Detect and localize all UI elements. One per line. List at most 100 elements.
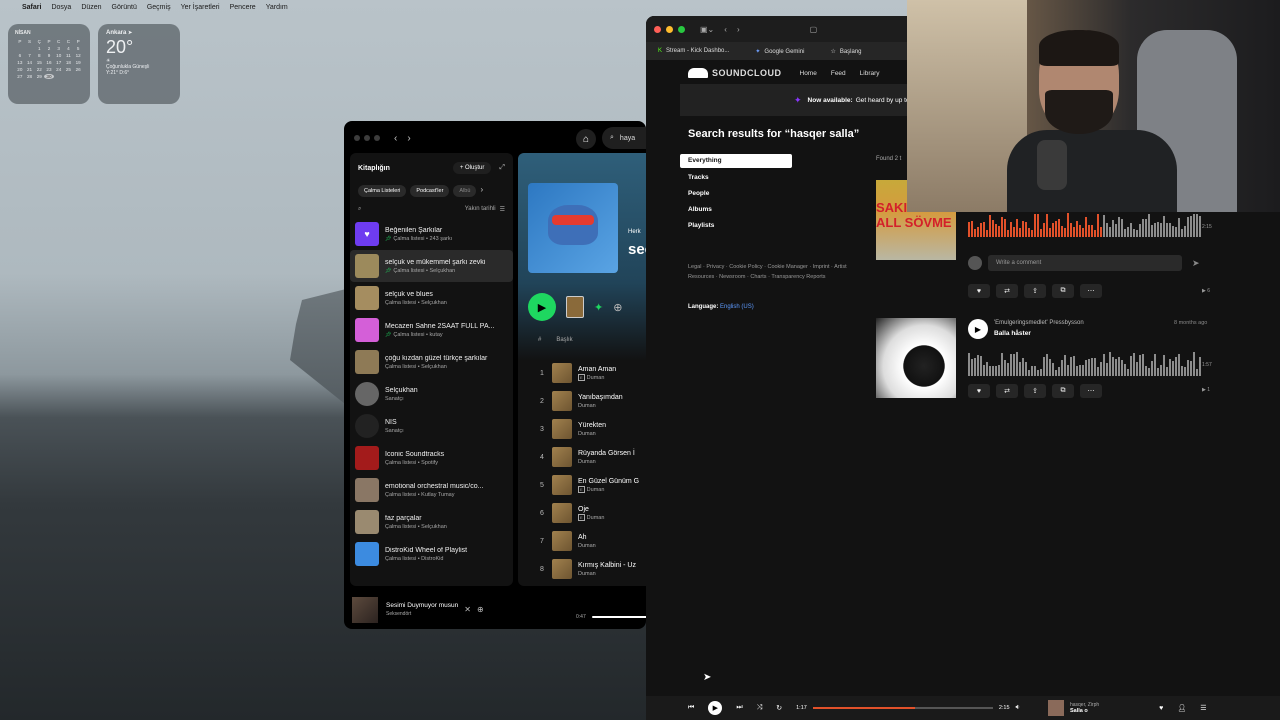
- library-item[interactable]: ♥ Beğenilen Şarkılar 📌︎ Çalma listesi • 243…: [350, 218, 513, 250]
- tab-kick[interactable]: K Stream - Kick Dashbo...: [658, 48, 729, 54]
- track-artist[interactable]: Duman: [578, 431, 596, 437]
- chip-albums[interactable]: Albü: [453, 185, 477, 197]
- nav-feed[interactable]: Feed: [831, 70, 846, 77]
- queue-icon[interactable]: ☰: [1200, 704, 1206, 712]
- track-artist[interactable]: Duman: [578, 571, 596, 577]
- menu-history[interactable]: Geçmiş: [147, 4, 171, 11]
- language-selector[interactable]: Language: English (US): [688, 304, 754, 310]
- search-input[interactable]: ⌕ haya: [602, 127, 646, 149]
- menu-safari[interactable]: Safari: [22, 4, 41, 11]
- library-item[interactable]: selçuk ve blues Çalma listesi • Selçukhan: [350, 282, 513, 314]
- repost-icon[interactable]: ⇄: [996, 384, 1018, 398]
- track-artist[interactable]: Duman: [587, 515, 605, 521]
- volume-icon[interactable]: 🔉︎: [1016, 704, 1020, 712]
- home-icon[interactable]: ⌂: [576, 129, 596, 149]
- calendar-widget[interactable]: NİSAN P S Ç P C C P 1 2 3 4 5 6 7 8 9 10 11 12 13 14 15 16 17 18…: [8, 24, 90, 104]
- track-row[interactable]: 4 Rüyanda Görsen İ Duman: [532, 443, 646, 471]
- footer-links[interactable]: Legal · Privacy · Cookie Policy · Cookie…: [688, 262, 848, 282]
- library-item[interactable]: NIS Sanatçı: [350, 410, 513, 442]
- track-name[interactable]: Yanıbaşımdan: [578, 394, 623, 401]
- zoom-dot[interactable]: [678, 25, 685, 33]
- result2-artwork[interactable]: [876, 318, 956, 398]
- menu-help[interactable]: Yardım: [266, 4, 288, 11]
- result2-artist[interactable]: 'Emulgeringsmedlet' Pressbysson: [994, 320, 1084, 326]
- more-icon[interactable]: ⋯: [1080, 284, 1102, 298]
- track-row[interactable]: 3 Yürekten Duman: [532, 415, 646, 443]
- send-icon[interactable]: ➤: [1192, 258, 1200, 269]
- sort-label[interactable]: Yakın tarihli: [465, 206, 496, 212]
- back-icon[interactable]: ‹: [724, 25, 727, 34]
- like-icon[interactable]: ♥: [1159, 705, 1163, 712]
- track-name[interactable]: Rüyanda Görsen İ: [578, 450, 635, 457]
- menu-file[interactable]: Dosya: [51, 4, 71, 11]
- track-cover[interactable]: [1047, 700, 1064, 716]
- progress-bar[interactable]: [592, 616, 646, 618]
- nav-home[interactable]: Home: [800, 70, 817, 77]
- enhance-icon[interactable]: ✦: [594, 301, 603, 314]
- filter-playlists[interactable]: Playlists: [680, 218, 800, 234]
- menu-bookmarks[interactable]: Yer İşaretleri: [181, 4, 220, 11]
- library-item[interactable]: Mecazen Sahne 2SAAT FULL PA... 📌︎ Çalma li…: [350, 314, 513, 346]
- track-artist[interactable]: Duman: [578, 403, 596, 409]
- track-name[interactable]: En Güzel Günüm G: [578, 478, 639, 485]
- result1-waveform[interactable]: [968, 213, 1204, 237]
- result2-waveform[interactable]: [968, 352, 1204, 376]
- more-icon[interactable]: ⋯: [1080, 384, 1102, 398]
- player-title[interactable]: Salla o: [1070, 708, 1099, 714]
- close-icon[interactable]: ✕: [464, 605, 471, 614]
- now-playing-artist[interactable]: Seksendört: [386, 611, 458, 617]
- create-button[interactable]: + Oluştur: [452, 162, 492, 174]
- library-item[interactable]: emotional orchestral music/co... Çalma li…: [350, 474, 513, 506]
- library-item[interactable]: DistroKid Wheel of Playlist Çalma listesi…: [350, 538, 513, 570]
- track-artist[interactable]: Duman: [587, 487, 605, 493]
- library-item[interactable]: faz parçalar Çalma listesi • Selçukhan: [350, 506, 513, 538]
- track-row[interactable]: 5 En Güzel Günüm G E Duman: [532, 471, 646, 499]
- back-icon[interactable]: ‹: [394, 133, 397, 144]
- track-name[interactable]: Oje: [578, 506, 604, 513]
- menu-view[interactable]: Görüntü: [112, 4, 137, 11]
- track-row[interactable]: 2 Yanıbaşımdan Duman: [532, 387, 646, 415]
- chip-podcasts[interactable]: Podcast'ler: [410, 185, 450, 197]
- tab-gemini[interactable]: ✦ Google Gemini: [755, 48, 804, 55]
- filter-albums[interactable]: Albums: [680, 202, 800, 218]
- track-artist[interactable]: Duman: [578, 543, 596, 549]
- play-button[interactable]: ▶: [528, 293, 556, 321]
- nav-library[interactable]: Library: [860, 70, 880, 77]
- repost-icon[interactable]: ⇄: [996, 284, 1018, 298]
- copy-icon[interactable]: ⧉: [1052, 384, 1074, 398]
- follow-icon[interactable]: 👤︎: [1177, 704, 1186, 712]
- track-artist[interactable]: Duman: [578, 459, 596, 465]
- library-item[interactable]: çoğu kızdan güzel türkçe şarkılar Çalma l…: [350, 346, 513, 378]
- result2-play-button[interactable]: ▶: [968, 319, 988, 339]
- weather-widget[interactable]: Ankara ➤ 20° ☀ Çoğunlukla Güneşli Y:21° …: [98, 24, 180, 104]
- track-name[interactable]: Aman Aman: [578, 366, 616, 373]
- filter-tracks[interactable]: Tracks: [680, 170, 800, 186]
- close-dot[interactable]: [654, 25, 661, 33]
- track-name[interactable]: Yürekten: [578, 422, 606, 429]
- track-row[interactable]: 8 Kırmış Kalbini - Uz Duman: [532, 555, 646, 583]
- play-button[interactable]: ▶: [708, 701, 723, 715]
- track-name[interactable]: Ah: [578, 534, 596, 541]
- library-item[interactable]: Selçukhan Sanatçı: [350, 378, 513, 410]
- now-playing-cover[interactable]: [352, 596, 378, 623]
- track-row[interactable]: 6 Oje E Duman: [532, 499, 646, 527]
- shuffle-icon[interactable]: ⤨: [757, 704, 763, 712]
- download-icon[interactable]: ⊕: [613, 301, 622, 314]
- add-icon[interactable]: ⊕: [477, 605, 484, 614]
- list-view-icon[interactable]: ☰: [500, 206, 505, 213]
- expand-icon[interactable]: ⤢: [499, 164, 505, 172]
- like-icon[interactable]: ♥: [968, 384, 990, 398]
- next-icon[interactable]: ⏭: [736, 704, 742, 712]
- copy-icon[interactable]: ⧉: [1052, 284, 1074, 298]
- track-artist[interactable]: Duman: [587, 375, 605, 381]
- filter-everything[interactable]: Everything: [680, 154, 792, 168]
- library-item[interactable]: Iconic Soundtracks Çalma listesi • Spotif…: [350, 442, 513, 474]
- forward-icon[interactable]: ›: [407, 133, 410, 144]
- share-icon[interactable]: ⇪: [1024, 384, 1046, 398]
- comment-input[interactable]: Write a comment: [988, 255, 1182, 271]
- library-item[interactable]: selçuk ve mükemmel şarkı zevki 📌︎ Çalma li…: [350, 250, 513, 282]
- track-row[interactable]: 7 Ah Duman: [532, 527, 646, 555]
- now-playing-title[interactable]: Sesimi Duymuyor musun: [386, 602, 458, 609]
- close-dot[interactable]: [354, 135, 360, 141]
- progress-bar[interactable]: [812, 707, 993, 709]
